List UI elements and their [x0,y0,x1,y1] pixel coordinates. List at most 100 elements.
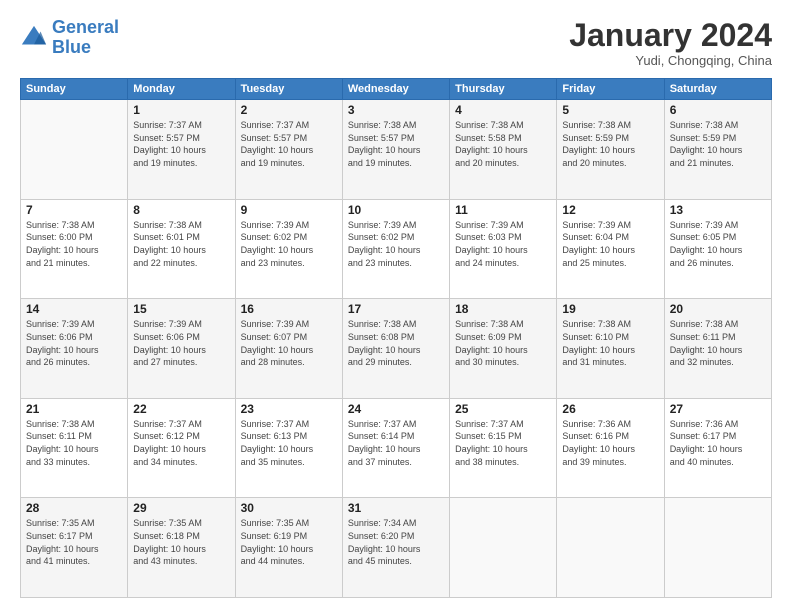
month-title: January 2024 [569,18,772,53]
cell-day-number: 11 [455,203,551,217]
cell-info: Sunrise: 7:37 AMSunset: 5:57 PMDaylight:… [241,119,337,169]
cell-info: Sunrise: 7:38 AMSunset: 6:01 PMDaylight:… [133,219,229,269]
calendar-cell: 6Sunrise: 7:38 AMSunset: 5:59 PMDaylight… [664,100,771,200]
cell-day-number: 26 [562,402,658,416]
cell-day-number: 12 [562,203,658,217]
calendar-cell: 24Sunrise: 7:37 AMSunset: 6:14 PMDayligh… [342,398,449,498]
cell-info: Sunrise: 7:39 AMSunset: 6:05 PMDaylight:… [670,219,766,269]
cell-day-number: 31 [348,501,444,515]
cell-info: Sunrise: 7:38 AMSunset: 6:11 PMDaylight:… [670,318,766,368]
calendar-cell: 19 Sunrise: 7:38 AMSunset: 6:10 PMDayligh… [557,299,664,399]
cell-info: Sunrise: 7:37 AMSunset: 6:13 PMDaylight:… [241,418,337,468]
cell-day-number: 4 [455,103,551,117]
calendar-cell: 28 Sunrise: 7:35 AMSunset: 6:17 PMDayligh… [21,498,128,598]
day-header-wednesday: Wednesday [342,79,449,100]
calendar-cell [557,498,664,598]
cell-day-number: 14 [26,302,122,316]
calendar-cell: 9 Sunrise: 7:39 AMSunset: 6:02 PMDaylight… [235,199,342,299]
day-header-friday: Friday [557,79,664,100]
day-header-thursday: Thursday [450,79,557,100]
cell-info: Sunrise: 7:37 AMSunset: 6:12 PMDaylight:… [133,418,229,468]
cell-info: Sunrise: 7:36 AMSunset: 6:17 PMDaylight:… [670,418,766,468]
cell-day-number: 5 [562,103,658,117]
calendar-week-3: 14 Sunrise: 7:39 AMSunset: 6:06 PMDayligh… [21,299,772,399]
cell-info: Sunrise: 7:38 AMSunset: 6:00 PMDaylight:… [26,219,122,269]
calendar-week-2: 7 Sunrise: 7:38 AMSunset: 6:00 PMDaylight… [21,199,772,299]
cell-info: Sunrise: 7:38 AMSunset: 5:58 PMDaylight:… [455,119,551,169]
calendar-cell: 26 Sunrise: 7:36 AMSunset: 6:16 PMDayligh… [557,398,664,498]
cell-day-number: 13 [670,203,766,217]
cell-day-number: 30 [241,501,337,515]
cell-info: Sunrise: 7:34 AMSunset: 6:20 PMDaylight:… [348,517,444,567]
calendar-cell: 29 Sunrise: 7:35 AMSunset: 6:18 PMDayligh… [128,498,235,598]
location-subtitle: Yudi, Chongqing, China [569,53,772,68]
day-header-saturday: Saturday [664,79,771,100]
cell-info: Sunrise: 7:38 AMSunset: 5:57 PMDaylight:… [348,119,444,169]
calendar-cell: 8 Sunrise: 7:38 AMSunset: 6:01 PMDaylight… [128,199,235,299]
calendar-table: SundayMondayTuesdayWednesdayThursdayFrid… [20,78,772,598]
calendar-cell: 27 Sunrise: 7:36 AMSunset: 6:17 PMDayligh… [664,398,771,498]
logo-line1: General [52,17,119,37]
cell-day-number: 27 [670,402,766,416]
cell-day-number: 23 [241,402,337,416]
day-header-monday: Monday [128,79,235,100]
logo-icon [20,24,48,52]
logo: General Blue [20,18,119,58]
cell-day-number: 7 [26,203,122,217]
calendar-cell [21,100,128,200]
calendar-week-5: 28 Sunrise: 7:35 AMSunset: 6:17 PMDayligh… [21,498,772,598]
cell-info: Sunrise: 7:37 AMSunset: 6:15 PMDaylight:… [455,418,551,468]
calendar-cell [450,498,557,598]
cell-day-number: 1 [133,103,229,117]
calendar-cell: 5 Sunrise: 7:38 AMSunset: 5:59 PMDaylight… [557,100,664,200]
calendar-cell: 23 Sunrise: 7:37 AMSunset: 6:13 PMDayligh… [235,398,342,498]
cell-info: Sunrise: 7:38 AMSunset: 6:08 PMDaylight:… [348,318,444,368]
cell-day-number: 17 [348,302,444,316]
cell-info: Sunrise: 7:39 AMSunset: 6:07 PMDaylight:… [241,318,337,368]
cell-info: Sunrise: 7:39 AMSunset: 6:06 PMDaylight:… [26,318,122,368]
calendar-cell: 13 Sunrise: 7:39 AMSunset: 6:05 PMDayligh… [664,199,771,299]
logo-text: General Blue [52,18,119,58]
cell-day-number: 8 [133,203,229,217]
cell-day-number: 16 [241,302,337,316]
calendar-cell: 10 Sunrise: 7:39 AMSunset: 6:02 PMDayligh… [342,199,449,299]
cell-info: Sunrise: 7:39 AMSunset: 6:02 PMDaylight:… [241,219,337,269]
cell-info: Sunrise: 7:38 AMSunset: 6:10 PMDaylight:… [562,318,658,368]
calendar-cell: 20Sunrise: 7:38 AMSunset: 6:11 PMDayligh… [664,299,771,399]
cell-day-number: 25 [455,402,551,416]
calendar-cell: 15Sunrise: 7:39 AMSunset: 6:06 PMDayligh… [128,299,235,399]
title-block: January 2024 Yudi, Chongqing, China [569,18,772,68]
calendar-cell: 31 Sunrise: 7:34 AMSunset: 6:20 PMDayligh… [342,498,449,598]
day-header-tuesday: Tuesday [235,79,342,100]
cell-info: Sunrise: 7:36 AMSunset: 6:16 PMDaylight:… [562,418,658,468]
calendar-cell: 25 Sunrise: 7:37 AMSunset: 6:15 PMDayligh… [450,398,557,498]
cell-day-number: 28 [26,501,122,515]
cell-info: Sunrise: 7:39 AMSunset: 6:02 PMDaylight:… [348,219,444,269]
header: General Blue January 2024 Yudi, Chongqin… [20,18,772,68]
cell-info: Sunrise: 7:39 AMSunset: 6:06 PMDaylight:… [133,318,229,368]
calendar-cell: 1Sunrise: 7:37 AMSunset: 5:57 PMDaylight… [128,100,235,200]
cell-day-number: 29 [133,501,229,515]
cell-info: Sunrise: 7:38 AMSunset: 6:11 PMDaylight:… [26,418,122,468]
calendar-cell: 14 Sunrise: 7:39 AMSunset: 6:06 PMDayligh… [21,299,128,399]
cell-day-number: 19 [562,302,658,316]
calendar-cell [664,498,771,598]
calendar-cell: 30Sunrise: 7:35 AMSunset: 6:19 PMDayligh… [235,498,342,598]
calendar-cell: 12 Sunrise: 7:39 AMSunset: 6:04 PMDayligh… [557,199,664,299]
cell-info: Sunrise: 7:35 AMSunset: 6:17 PMDaylight:… [26,517,122,567]
cell-day-number: 10 [348,203,444,217]
cell-info: Sunrise: 7:39 AMSunset: 6:04 PMDaylight:… [562,219,658,269]
calendar-header-row: SundayMondayTuesdayWednesdayThursdayFrid… [21,79,772,100]
cell-day-number: 6 [670,103,766,117]
cell-info: Sunrise: 7:37 AMSunset: 6:14 PMDaylight:… [348,418,444,468]
cell-info: Sunrise: 7:35 AMSunset: 6:18 PMDaylight:… [133,517,229,567]
calendar-cell: 7 Sunrise: 7:38 AMSunset: 6:00 PMDaylight… [21,199,128,299]
cell-info: Sunrise: 7:38 AMSunset: 5:59 PMDaylight:… [562,119,658,169]
calendar-week-4: 21 Sunrise: 7:38 AMSunset: 6:11 PMDayligh… [21,398,772,498]
calendar-cell: 18Sunrise: 7:38 AMSunset: 6:09 PMDayligh… [450,299,557,399]
cell-day-number: 21 [26,402,122,416]
cell-day-number: 9 [241,203,337,217]
day-header-sunday: Sunday [21,79,128,100]
calendar-cell: 11Sunrise: 7:39 AMSunset: 6:03 PMDayligh… [450,199,557,299]
cell-day-number: 22 [133,402,229,416]
